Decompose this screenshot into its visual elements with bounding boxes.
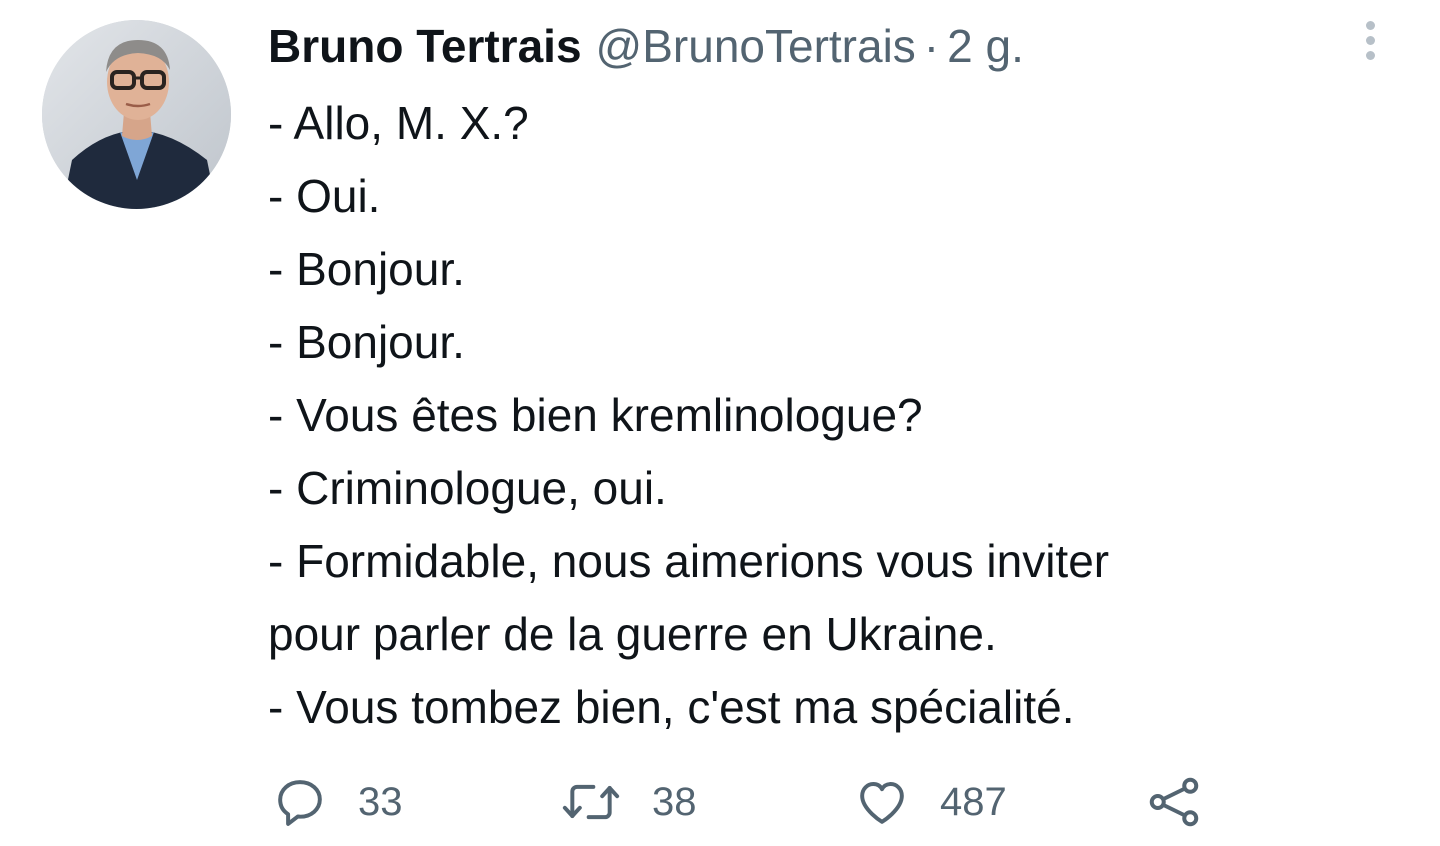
retweet-icon [560, 774, 622, 830]
like-count: 487 [940, 779, 1007, 824]
tweet-line: pour parler de la guerre en Ukraine. [268, 608, 997, 660]
tweet-line: - Oui. [268, 170, 381, 222]
tweet-text: - Allo, M. X.? - Oui. - Bonjour. - Bonjo… [268, 87, 1388, 744]
tweet-line: - Vous êtes bien kremlinologue? [268, 389, 923, 441]
tweet-line: - Bonjour. [268, 316, 465, 368]
more-dot [1365, 20, 1375, 30]
tweet-line: - Vous tombez bien, c'est ma spécialité. [268, 681, 1075, 733]
more-dot [1365, 50, 1375, 60]
author-handle[interactable]: @BrunoTertrais [596, 16, 916, 76]
reply-count: 33 [358, 779, 403, 824]
tweet-actions: 33 38 487 [272, 770, 1272, 834]
share-button[interactable] [1144, 770, 1204, 834]
reply-button[interactable]: 33 [272, 770, 403, 834]
retweet-count: 38 [652, 779, 697, 824]
like-icon [854, 774, 910, 830]
tweet-line: - Formidable, nous aimerions vous invite… [268, 535, 1110, 587]
tweet-line: - Bonjour. [268, 243, 465, 295]
share-icon [1144, 772, 1204, 832]
author-name[interactable]: Bruno Tertrais [268, 16, 582, 76]
reply-icon [272, 774, 328, 830]
tweet-header: Bruno Tertrais @BrunoTertrais · 2 g. [268, 16, 1024, 76]
like-button[interactable]: 487 [854, 770, 1007, 834]
tweet-line: - Allo, M. X.? [268, 97, 529, 149]
more-options-icon[interactable] [1352, 14, 1388, 66]
avatar-photo [42, 20, 231, 209]
retweet-button[interactable]: 38 [560, 770, 697, 834]
more-dot [1365, 35, 1375, 45]
author-avatar[interactable] [42, 20, 231, 209]
tweet-line: - Criminologue, oui. [268, 462, 667, 514]
header-separator: · [923, 20, 940, 72]
tweet-timestamp[interactable]: 2 g. [947, 16, 1024, 76]
